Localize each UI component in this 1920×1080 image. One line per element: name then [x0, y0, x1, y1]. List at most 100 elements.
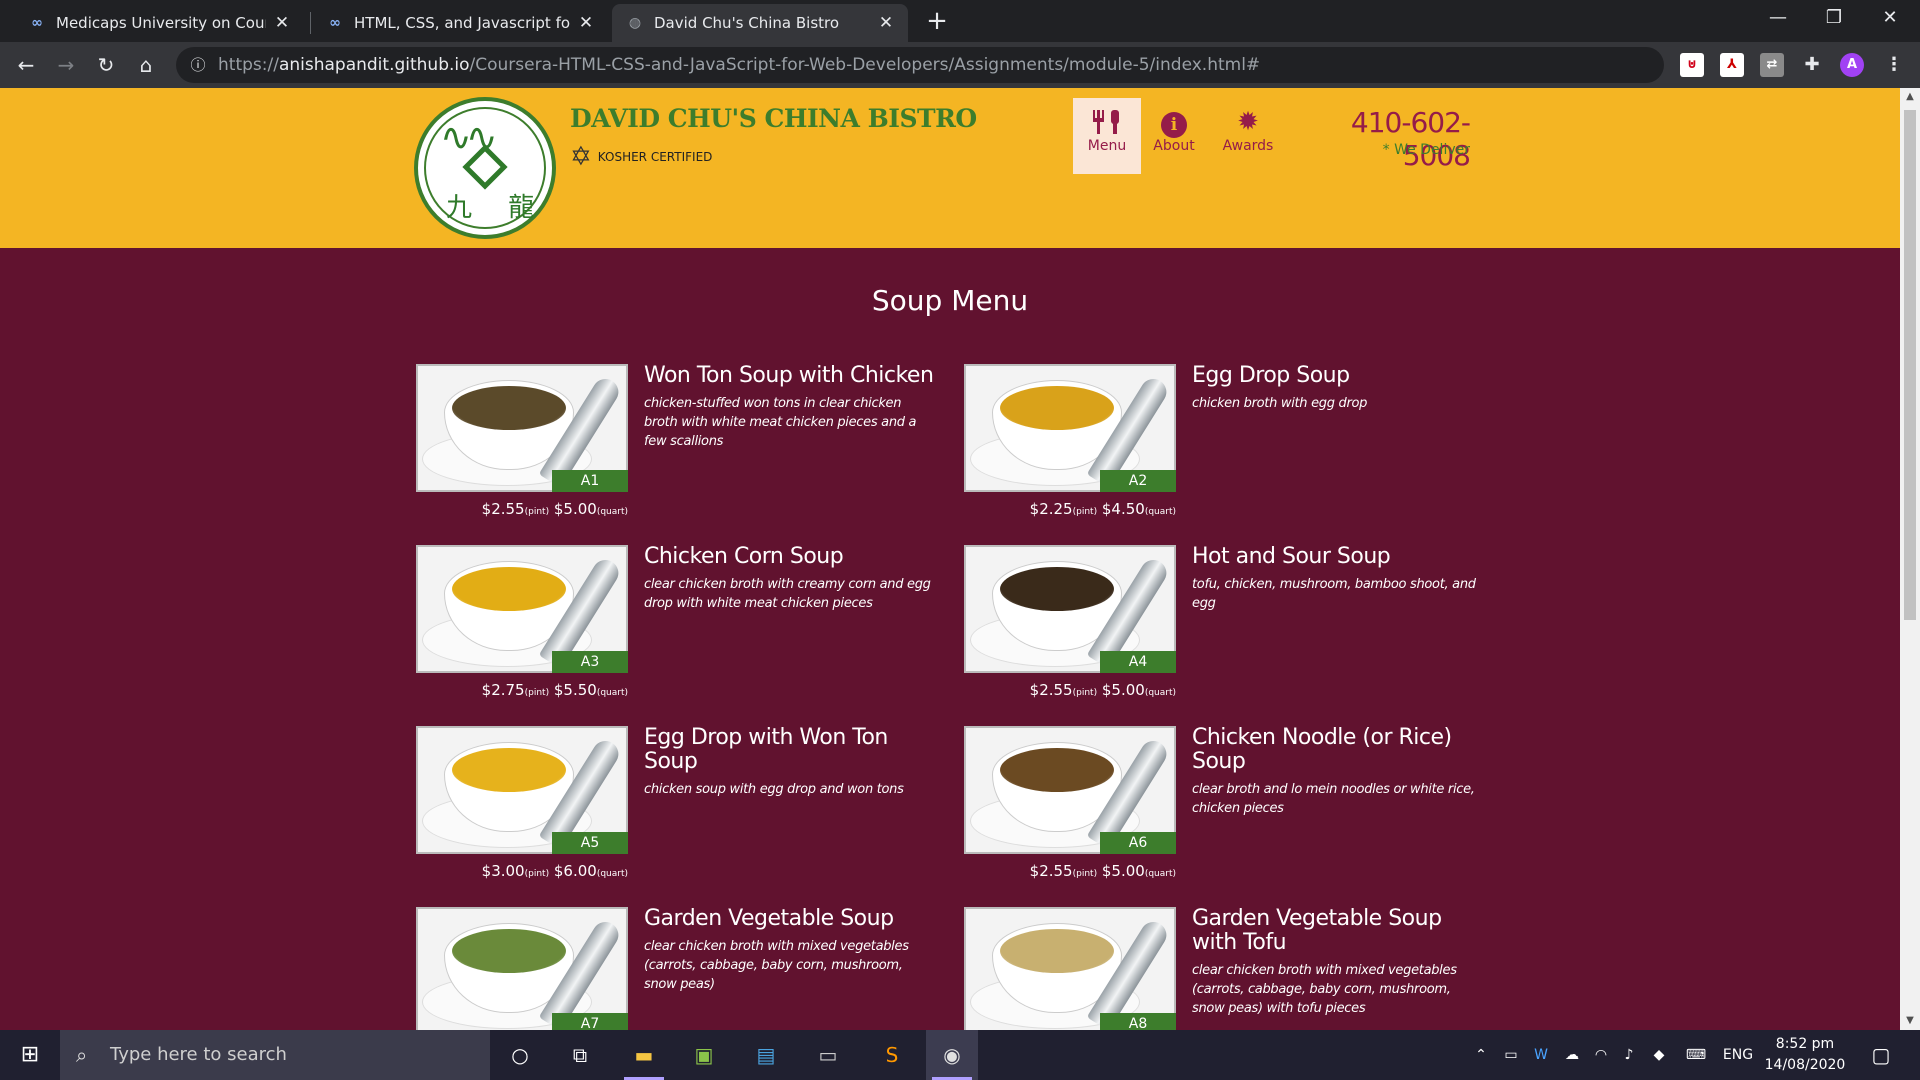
site-info-icon[interactable]: ⓘ	[188, 55, 208, 75]
chrome-icon[interactable]: ◉	[926, 1030, 978, 1080]
nav-about-button[interactable]: i About	[1140, 98, 1208, 174]
nav-awards-button[interactable]: ✹ Awards	[1214, 98, 1282, 174]
image-app-icon[interactable]: ▣	[678, 1030, 730, 1080]
volume-icon[interactable]: ♪	[1618, 1030, 1640, 1080]
browser-toolbar: ← → ↻ ⌂ ⓘ https://anishapandit.github.io…	[0, 42, 1920, 88]
certificate-icon: ✹	[1237, 107, 1259, 137]
pint-unit: (pint)	[524, 507, 550, 517]
nav-label: About	[1153, 138, 1195, 154]
restaurant-logo[interactable]: ∿∿ 九 龍	[414, 97, 556, 239]
item-name: Chicken Corn Soup	[644, 544, 844, 569]
word-icon[interactable]: W	[1530, 1030, 1552, 1080]
nav-menu-button[interactable]: Menu	[1073, 98, 1141, 174]
profile-avatar[interactable]: A	[1840, 53, 1864, 77]
tab-divider	[310, 12, 311, 34]
close-icon[interactable]: ✕	[876, 13, 896, 33]
restaurant-name[interactable]: DAVID CHU'S CHINA BISTRO	[570, 104, 977, 133]
notifications-icon[interactable]: ▢	[1866, 1030, 1896, 1080]
item-code-badge: A5	[552, 832, 628, 854]
browser-tab-strip: ∞ Medicaps University on Coursera ✕ ∞ HT…	[0, 0, 1920, 42]
price-quart: $5.50	[553, 681, 597, 699]
price-pint: $2.25	[1029, 500, 1073, 518]
close-icon[interactable]: ✕	[576, 13, 596, 33]
soup-shape	[1000, 567, 1114, 611]
browser-tab[interactable]: ∞ Medicaps University on Coursera ✕	[14, 4, 304, 42]
battery-icon[interactable]: ▭	[1500, 1030, 1522, 1080]
terminal-icon[interactable]: ▭	[802, 1030, 854, 1080]
item-code-badge: A6	[1100, 832, 1176, 854]
price-pint: $2.55	[1029, 862, 1073, 880]
tab-title: Medicaps University on Coursera	[56, 14, 266, 32]
pint-unit: (pint)	[524, 688, 550, 698]
item-description: clear chicken broth with creamy corn and…	[644, 577, 931, 611]
browser-tab[interactable]: ∞ HTML, CSS, and Javascript for Web Deve…	[312, 4, 608, 42]
extensions-icon[interactable]: ✚	[1800, 53, 1824, 77]
home-icon[interactable]: ⌂	[130, 49, 162, 81]
address-bar[interactable]: ⓘ https://anishapandit.github.io/Courser…	[176, 47, 1664, 83]
item-description: chicken-stuffed won tons in clear chicke…	[644, 396, 917, 449]
price-pint: $3.00	[481, 862, 525, 880]
utensils-icon	[1073, 108, 1141, 136]
close-icon[interactable]: ✕	[272, 13, 292, 33]
keyboard-icon[interactable]: ⌨	[1680, 1030, 1712, 1080]
kosher-badge: ✡ KOSHER CERTIFIED	[570, 144, 712, 170]
language-indicator[interactable]: ENG	[1720, 1030, 1756, 1080]
more-menu-icon[interactable]: ⋮	[1882, 53, 1906, 77]
mysql-icon[interactable]: ▤	[740, 1030, 792, 1080]
price-quart: $5.00	[553, 500, 597, 518]
phone-number[interactable]: 410-602-5008	[1290, 106, 1471, 172]
windows-taskbar: ⊞ ⌕ Type here to search ○ ⧉ ▬ ▣ ▤ ▭ S ◉ …	[0, 1030, 1920, 1080]
menu-item-card: A6 $2.55(pint) $5.00(quart) Chicken Noodle…	[964, 726, 1504, 902]
pint-unit: (pint)	[1072, 688, 1098, 698]
soup-shape	[452, 748, 566, 792]
menu-item-card: A4 $2.55(pint) $5.00(quart) Hot and Sour S…	[964, 545, 1504, 721]
search-placeholder: Type here to search	[110, 1044, 287, 1065]
soup-shape	[452, 929, 566, 973]
quart-unit: (quart)	[596, 507, 628, 517]
minimize-icon[interactable]: —	[1750, 0, 1806, 38]
windows-start-icon[interactable]: ⊞	[0, 1030, 60, 1080]
taskbar-search-input[interactable]: ⌕ Type here to search	[60, 1030, 490, 1080]
item-description: clear broth and lo mein noodles or white…	[1192, 782, 1475, 816]
onedrive-icon[interactable]: ☁	[1560, 1030, 1584, 1080]
item-name: Egg Drop Soup	[1192, 363, 1350, 388]
info-icon: i	[1140, 108, 1208, 138]
price-pint: $2.55	[481, 500, 525, 518]
sublime-text-icon[interactable]: S	[866, 1030, 918, 1080]
task-view-icon[interactable]: ⧉	[554, 1030, 606, 1080]
quart-unit: (quart)	[596, 869, 628, 879]
translate-extension-icon[interactable]: ⇄	[1760, 53, 1784, 77]
site-header: ∿∿ 九 龍 DAVID CHU'S CHINA BISTRO ✡ KOSHER…	[0, 88, 1900, 248]
forward-icon[interactable]: →	[50, 49, 82, 81]
scroll-up-icon[interactable]: ▲	[1900, 88, 1920, 106]
dropbox-icon[interactable]: ◆	[1648, 1030, 1670, 1080]
price-pint: $2.55	[1029, 681, 1073, 699]
window-close-icon[interactable]: ✕	[1862, 0, 1918, 38]
coursera-icon: ∞	[329, 15, 341, 31]
wifi-icon[interactable]: ◠	[1590, 1030, 1612, 1080]
price-quart: $6.00	[553, 862, 597, 880]
item-price: $2.75(pint) $5.50(quart)	[416, 681, 628, 699]
item-price: $3.00(pint) $6.00(quart)	[416, 862, 628, 880]
clock-time: 8:52 pm	[1775, 1036, 1835, 1052]
cortana-icon[interactable]: ○	[494, 1030, 546, 1080]
reload-icon[interactable]: ↻	[90, 49, 122, 81]
menu-item-card: A2 $2.25(pint) $4.50(quart) Egg Drop Soup c…	[964, 364, 1504, 540]
back-icon[interactable]: ←	[10, 49, 42, 81]
soup-shape	[1000, 386, 1114, 430]
item-name: Won Ton Soup with Chicken	[644, 363, 934, 388]
new-tab-button[interactable]: +	[922, 6, 952, 36]
item-description: chicken soup with egg drop and won tons	[644, 782, 904, 797]
tray-chevron-icon[interactable]: ⌃	[1470, 1030, 1492, 1080]
we-deliver-note: * We Deliver	[1382, 142, 1470, 158]
pocket-extension-icon[interactable]: ⊍	[1680, 53, 1704, 77]
browser-tab-active[interactable]: ◍ David Chu's China Bistro ✕	[612, 4, 908, 42]
file-explorer-icon[interactable]: ▬	[618, 1030, 670, 1080]
restore-icon[interactable]: ❐	[1806, 0, 1862, 38]
clock[interactable]: 8:52 pm 14/08/2020	[1760, 1034, 1850, 1076]
pdf-extension-icon[interactable]: ⅄	[1720, 53, 1744, 77]
soup-shape	[1000, 929, 1114, 973]
scrollbar[interactable]: ▲ ▼	[1900, 88, 1920, 1030]
scroll-thumb[interactable]	[1904, 110, 1916, 620]
scroll-down-icon[interactable]: ▼	[1900, 1012, 1920, 1030]
